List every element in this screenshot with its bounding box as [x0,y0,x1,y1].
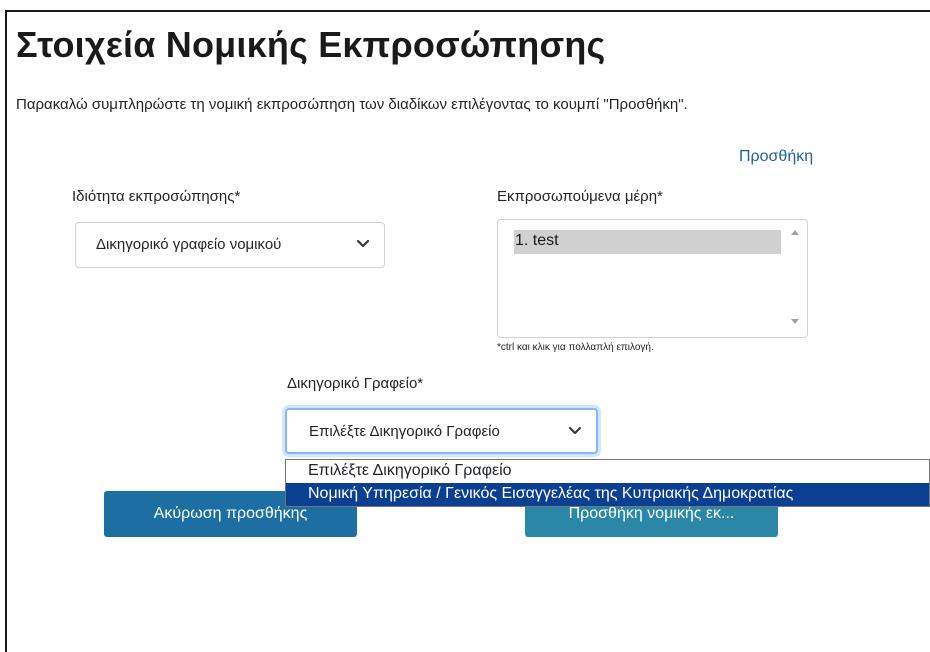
law-firm-select[interactable]: Επιλέξτε Δικηγορικό Γραφείο [285,408,598,454]
capacity-select[interactable]: Δικηγορικό γραφείο νομικού [75,222,385,268]
listbox-option-label: 1. test [515,232,559,249]
chevron-down-icon [356,236,370,252]
represented-parties-listbox[interactable]: 1. test [497,219,808,338]
chevron-down-icon [568,423,582,439]
scroll-down-arrow-icon[interactable] [791,319,799,324]
law-firm-select-value: Επιλέξτε Δικηγορικό Γραφείο [309,423,500,440]
scroll-up-arrow-icon[interactable] [791,230,799,235]
frame-border-left [5,10,7,652]
capacity-label: Ιδιότητα εκπροσώπησης* [72,188,241,205]
page-title: Στοιχεία Νομικής Εκπροσώπησης [16,24,606,65]
law-firm-label: Δικηγορικό Γραφείο* [287,375,424,392]
dropdown-option-legal-service[interactable]: Νομική Υπηρεσία / Γενικός Εισαγγελέας τη… [286,483,929,506]
law-firm-dropdown-list[interactable]: Επιλέξτε Δικηγορικό Γραφείο Νομική Υπηρε… [285,459,930,507]
instructions-text: Παρακαλώ συμπληρώστε τη νομική εκπροσώπη… [16,96,688,113]
dropdown-option-placeholder[interactable]: Επιλέξτε Δικηγορικό Γραφείο [286,460,929,483]
capacity-select-value: Δικηγορικό γραφείο νομικού [96,236,282,253]
represented-parties-label: Εκπροσωπούμενα μέρη* [497,188,663,205]
frame-border-top [5,10,930,12]
add-link[interactable]: Προσθήκη [739,148,813,166]
multi-select-hint: *ctrl και κλικ για πολλαπλή επιλογή. [497,342,654,353]
listbox-option[interactable]: 1. test [514,230,781,254]
page-frame: Στοιχεία Νομικής Εκπροσώπησης Παρακαλώ σ… [0,0,930,652]
